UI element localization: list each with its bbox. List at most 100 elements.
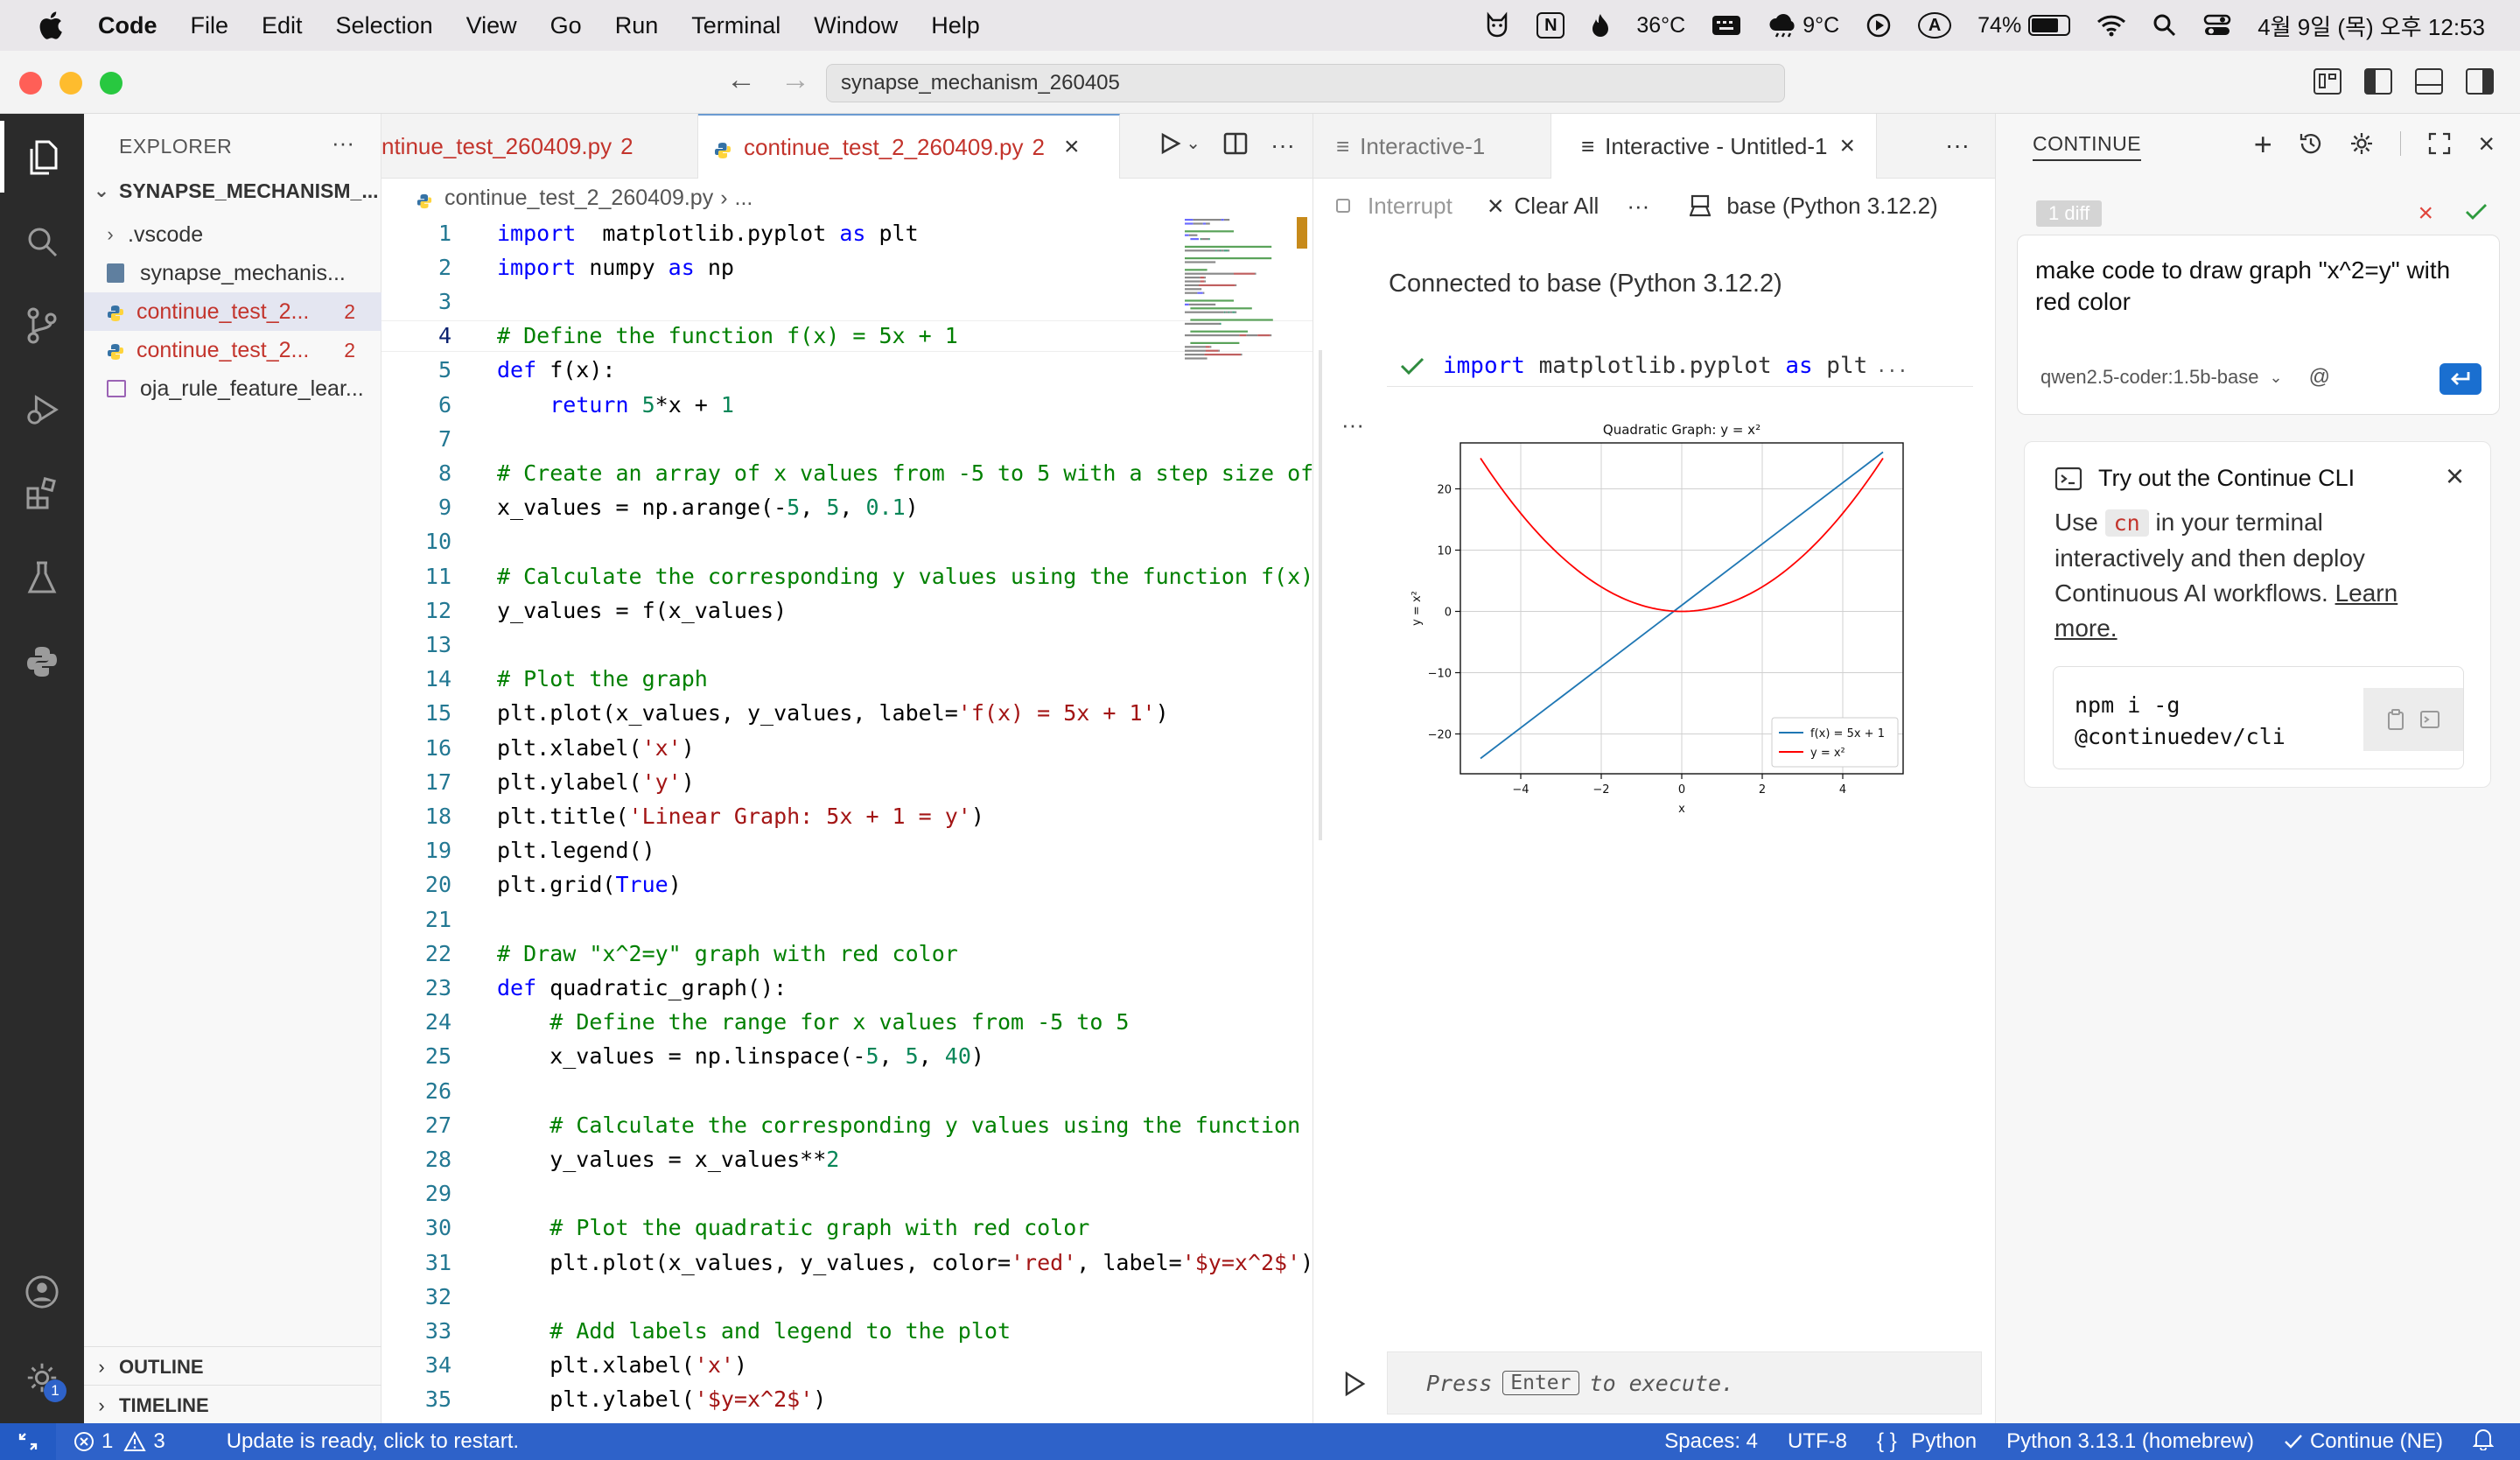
code-line[interactable]: 31 plt.plot(x_values, y_values, color='r… [382,1246,1312,1278]
toggle-primary-sidebar-icon[interactable] [2364,68,2392,95]
code-line[interactable]: 35 plt.ylabel('$y=x^2$') [382,1384,1312,1415]
explorer-files-icon[interactable] [24,140,60,175]
menu-file[interactable]: File [191,12,229,39]
code-line[interactable]: 22 # Draw "x^2=y" graph with red color [382,937,1312,969]
toolbar-more-icon[interactable]: ··· [1627,193,1649,220]
tab-continue-test-2[interactable]: continue_test_2_260409.py 2 × [698,114,1120,179]
interrupt-button[interactable]: Interrupt [1336,193,1452,220]
breadcrumb-more[interactable]: ... [735,186,753,211]
code-line[interactable]: 16 plt.xlabel('x') [382,732,1312,763]
close-tab-icon[interactable]: × [1840,131,1856,161]
settings-gear-icon[interactable] [2349,131,2374,163]
chevron-down-icon[interactable]: ⌄ [2270,369,2283,387]
spotlight-search-icon[interactable] [2152,13,2177,38]
code-line[interactable]: 19 plt.legend() [382,835,1312,867]
control-center-icon[interactable] [2203,13,2231,38]
diff-count-badge[interactable]: 1 diff [2036,200,2103,227]
code-line[interactable]: 34 plt.xlabel('x') [382,1350,1312,1381]
copy-icon[interactable] [2386,708,2405,731]
run-file-icon[interactable] [1158,131,1182,162]
code-line[interactable]: 4 # Define the function f(x) = 5x + 1 [382,319,1312,352]
menu-app-name[interactable]: Code [98,12,158,39]
tree-item-synapse[interactable]: synapse_mechanis... [84,254,382,292]
menu-help[interactable]: Help [931,12,980,39]
command-center-search[interactable]: synapse_mechanism_260405 [826,64,1785,102]
search-icon[interactable] [24,224,60,259]
model-selector[interactable]: qwen2.5-coder:1.5b-base [2040,366,2259,389]
run-debug-icon[interactable] [24,392,60,427]
prompt-text[interactable]: make code to draw graph "x^2=y" with red… [2035,255,2482,318]
split-editor-icon[interactable] [1223,131,1248,162]
code-line[interactable]: 29 [382,1178,1312,1210]
play-circle-icon[interactable] [1866,12,1892,39]
accept-diff-icon[interactable] [2465,202,2488,226]
code-line[interactable]: 28 y_values = x_values**2 [382,1143,1312,1175]
tree-item-vscode[interactable]: › .vscode [84,215,382,254]
menu-terminal[interactable]: Terminal [691,12,780,39]
code-line[interactable]: 7 [382,423,1312,454]
code-line[interactable]: 20 plt.grid(True) [382,869,1312,901]
close-window-button[interactable] [19,72,42,95]
history-icon[interactable] [2299,131,2323,163]
maximize-window-button[interactable] [100,72,122,95]
outline-section[interactable]: › OUTLINE [84,1346,382,1386]
cat-app-icon[interactable] [1484,11,1510,39]
output-more-icon[interactable]: ··· [1341,411,1364,439]
input-source-icon[interactable]: A [1918,12,1952,39]
minimap[interactable] [1183,217,1292,383]
code-line[interactable]: 8 # Create an array of x values from -5 t… [382,457,1312,488]
flame-icon[interactable] [1591,12,1610,39]
cli-command-text[interactable]: npm i -g @continuedev/cli [2075,690,2286,753]
menu-go[interactable]: Go [550,12,582,39]
back-arrow-icon[interactable]: ← [726,63,756,97]
menu-window[interactable]: Window [814,12,898,39]
code-line[interactable]: 32 [382,1281,1312,1312]
fullscreen-icon[interactable] [2427,131,2452,163]
code-line[interactable]: 10 [382,526,1312,558]
code-line[interactable]: 30 # Plot the quadratic graph with red c… [382,1212,1312,1244]
code-line[interactable]: 11 # Calculate the corresponding y values… [382,560,1312,592]
forward-arrow-icon[interactable]: → [780,63,810,97]
code-line[interactable]: 2 import numpy as np [382,251,1312,283]
customize-layout-icon[interactable] [2314,68,2342,95]
mention-at-button[interactable]: @ [2309,365,2330,390]
cli-command-box[interactable]: npm i -g @continuedev/cli [2053,666,2464,769]
workspace-root[interactable]: ⌄ SYNAPSE_MECHANISM_... [84,172,382,210]
explorer-more-icon[interactable]: ··· [332,130,354,157]
interactive-input[interactable]: Press Enter to execute. [1387,1351,1982,1414]
continue-title[interactable]: CONTINUE [2033,132,2142,161]
cell-more[interactable]: ... [1876,355,1908,376]
code-line[interactable]: 6 return 5*x + 1 [382,389,1312,420]
notion-icon[interactable]: N [1536,12,1565,39]
manage-gear-icon[interactable]: 1 [24,1360,66,1402]
new-session-plus-icon[interactable]: + [2254,129,2272,163]
encoding-indicator[interactable]: UTF-8 [1788,1429,1847,1454]
continue-status[interactable]: Continue (NE) [2284,1429,2443,1454]
tab-continue-test[interactable]: ntinue_test_260409.py 2 [382,114,698,179]
account-icon[interactable] [24,1274,60,1309]
remote-indicator[interactable] [0,1423,56,1460]
menu-view[interactable]: View [466,12,517,39]
dismiss-card-icon[interactable]: × [2446,458,2464,495]
scrollbar-thumb[interactable] [1297,217,1307,249]
minimize-window-button[interactable] [60,72,82,95]
source-control-icon[interactable] [24,307,60,344]
kernel-picker[interactable]: base (Python 3.12.2) [1690,193,1938,220]
python-icon[interactable] [24,644,60,679]
tab-interactive-1[interactable]: ≡ Interactive-1 [1313,114,1551,179]
code-line[interactable]: 17 plt.ylabel('y') [382,766,1312,797]
weather-cloud-icon[interactable] [1768,13,1799,38]
code-line[interactable]: 26 [382,1075,1312,1106]
battery-icon[interactable] [2028,15,2071,36]
tab-interactive-untitled[interactable]: ≡ Interactive - Untitled-1 × [1551,114,1877,179]
close-tab-icon[interactable]: × [1064,132,1080,162]
tree-item-continue-test-2[interactable]: continue_test_2... 2 [84,331,382,369]
menu-run[interactable]: Run [615,12,659,39]
code-line[interactable]: 25 x_values = np.linspace(-5, 5, 40) [382,1041,1312,1072]
code-line[interactable]: 27 # Calculate the corresponding y value… [382,1109,1312,1141]
language-mode[interactable]: { } Python [1877,1429,1977,1454]
reject-diff-icon[interactable]: × [2418,199,2433,228]
battery-percent[interactable]: 74% [1978,13,2021,39]
interactive-more-icon[interactable]: ··· [1945,131,1970,159]
code-line[interactable]: 18 plt.title('Linear Graph: 5x + 1 = y') [382,800,1312,832]
